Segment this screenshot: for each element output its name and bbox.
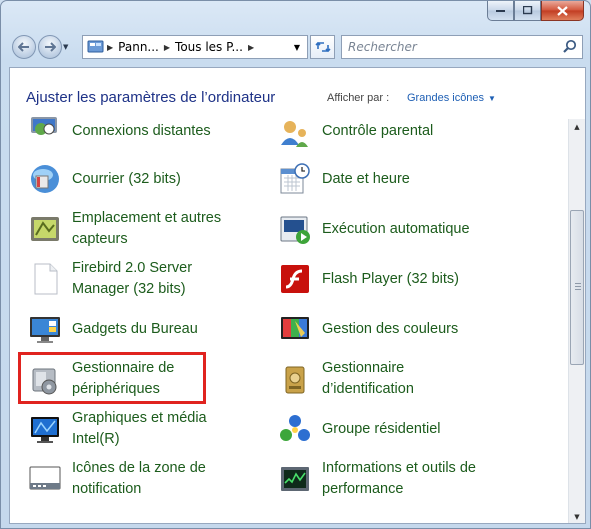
search-placeholder: Rechercher: [348, 40, 417, 54]
close-button[interactable]: [541, 1, 584, 21]
item-label: Exécution automatique: [322, 220, 470, 237]
minimize-button[interactable]: [487, 1, 514, 21]
list-item[interactable]: Emplacement et autres capteurs: [27, 208, 242, 250]
item-label-line: Informations et outils de performance: [322, 460, 476, 497]
item-label-line: Icônes de la zone de notification: [72, 460, 206, 497]
list-item[interactable]: Flash Player (32 bits): [277, 261, 459, 297]
flash-player-icon: [281, 265, 309, 293]
intel-graphics-icon: [31, 417, 59, 443]
item-label: Gestion des couleurs: [322, 320, 459, 337]
item-label-line: Emplacement et autres capteurs: [72, 210, 222, 247]
performance-icon: [281, 467, 309, 491]
item-label: Courrier (32 bits): [72, 170, 181, 187]
list-item[interactable]: Gestion des couleurs: [277, 311, 458, 347]
refresh-icon: [314, 41, 331, 53]
blank-document-icon: [34, 263, 58, 295]
list-item[interactable]: Groupe résidentiel: [277, 411, 441, 447]
navigation-bar: ▼ ▶ Pann... ▶ Tous les P... ▶ ▼ Recherch…: [1, 31, 591, 65]
forward-button[interactable]: [38, 35, 62, 59]
item-label: Informations et outils de performance: [322, 458, 502, 500]
autoplay-icon: [280, 216, 310, 244]
remote-connection-icon: [31, 117, 57, 135]
breadcrumb-item[interactable]: Tous les P...: [172, 40, 246, 54]
breadcrumb-separator-icon[interactable]: ▶: [246, 43, 256, 52]
list-item[interactable]: Informations et outils de performance: [277, 458, 502, 500]
scrollbar-thumb[interactable]: [570, 210, 584, 365]
mail-icon: [31, 165, 59, 193]
list-item[interactable]: Icônes de la zone de notification: [27, 458, 222, 500]
forward-arrow-icon: [45, 42, 56, 52]
caption-buttons: [487, 1, 584, 21]
list-item[interactable]: Exécution automatique: [277, 211, 470, 247]
notification-area-icon: [29, 466, 61, 490]
list-item[interactable]: Date et heure: [277, 161, 410, 197]
item-label: Date et heure: [322, 170, 410, 187]
scroll-down-icon[interactable]: ▼: [569, 509, 585, 523]
items-grid: Connexions distantes Courrier (32 bits) …: [10, 68, 567, 523]
parental-control-icon: [281, 121, 308, 147]
item-label: Emplacement et autres capteurs: [72, 208, 242, 250]
item-label-line: Gestionnaire d’identification: [322, 360, 414, 397]
address-dropdown-icon[interactable]: ▼: [289, 36, 305, 58]
breadcrumb-separator-icon: ▶: [107, 42, 114, 52]
list-item[interactable]: Gadgets du Bureau: [27, 311, 198, 347]
minimize-icon: [495, 9, 505, 12]
item-label: Groupe résidentiel: [322, 420, 441, 437]
list-item[interactable]: Contrôle parental: [277, 113, 433, 149]
back-button[interactable]: [12, 35, 36, 59]
calendar-clock-icon: [280, 163, 310, 194]
maximize-button[interactable]: [514, 1, 541, 21]
list-item[interactable]: Connexions distantes: [27, 113, 211, 149]
item-label: Connexions distantes: [72, 122, 211, 139]
homegroup-icon: [280, 415, 310, 441]
list-item[interactable]: Graphiques et média Intel(R): [27, 408, 222, 450]
content-pane: Ajuster les paramètres de l’ordinateur A…: [9, 67, 586, 524]
item-label: Graphiques et média Intel(R): [72, 408, 222, 450]
item-label: Gadgets du Bureau: [72, 320, 198, 337]
close-icon: [557, 5, 568, 16]
list-item[interactable]: Firebird 2.0 Server Manager (32 bits): [27, 258, 222, 300]
breadcrumb-separator-icon[interactable]: ▶: [162, 43, 172, 52]
list-item[interactable]: Courrier (32 bits): [27, 161, 181, 197]
maximize-icon: [522, 6, 532, 15]
item-label: Icônes de la zone de notification: [72, 458, 222, 500]
color-management-icon: [281, 317, 309, 339]
breadcrumb-item[interactable]: Pann...: [115, 40, 162, 54]
vertical-scrollbar[interactable]: ▲ ▼: [568, 119, 585, 523]
list-item[interactable]: Gestionnaire d’identification: [277, 358, 432, 400]
grip-icon: [575, 283, 581, 292]
address-bar[interactable]: ▶ Pann... ▶ Tous les P... ▶ ▼: [82, 35, 308, 59]
item-label-line: Graphiques et média Intel(R): [72, 410, 207, 447]
location-sensor-icon: [31, 217, 59, 241]
scroll-up-icon[interactable]: ▲: [569, 119, 585, 135]
recent-pages-chevron-icon[interactable]: ▼: [63, 43, 68, 51]
control-panel-icon: [87, 40, 104, 53]
search-input[interactable]: Rechercher: [341, 35, 583, 59]
item-label: Firebird 2.0 Server Manager (32 bits): [72, 258, 222, 300]
item-label: Flash Player (32 bits): [322, 270, 459, 287]
control-panel-window: ▼ ▶ Pann... ▶ Tous les P... ▶ ▼ Recherch…: [0, 0, 591, 529]
refresh-button[interactable]: [310, 35, 335, 59]
item-label: Contrôle parental: [322, 122, 434, 139]
back-arrow-icon: [18, 42, 29, 52]
item-label: Gestionnaire d’identification: [322, 358, 432, 400]
search-icon[interactable]: [562, 39, 578, 55]
credential-manager-icon: [285, 366, 305, 394]
item-label-line: Firebird 2.0 Server Manager (32 bits): [72, 260, 193, 297]
highlight-box: [18, 352, 206, 404]
desktop-gadgets-icon: [30, 317, 60, 343]
